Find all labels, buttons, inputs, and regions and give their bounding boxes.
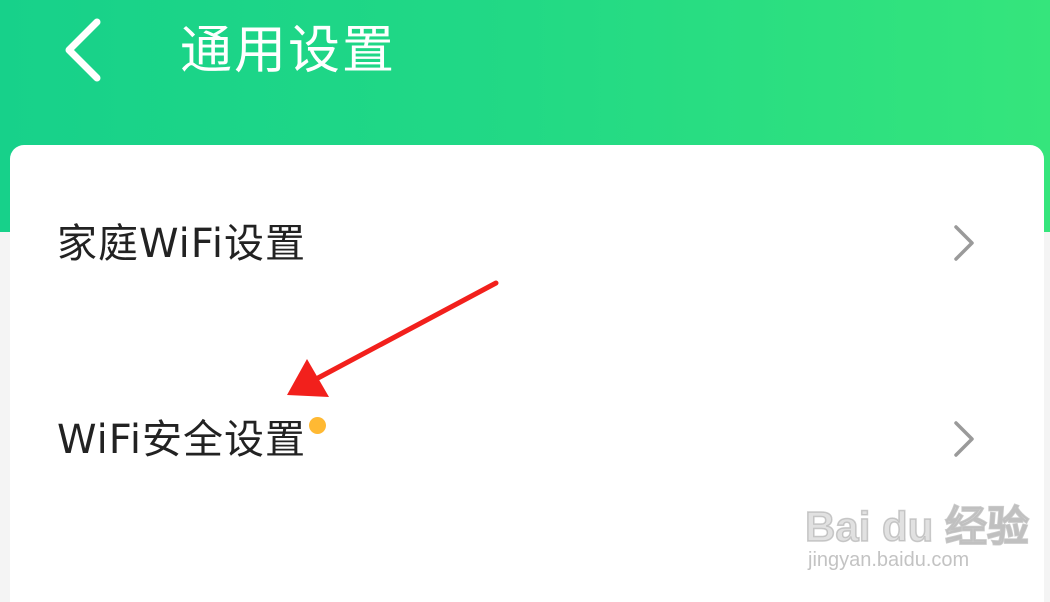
page-title: 通用设置 bbox=[180, 21, 397, 81]
top-bar: 通用设置 bbox=[0, 0, 1050, 110]
settings-item-wifi-security[interactable]: WiFi安全设置 bbox=[10, 341, 1044, 537]
general-settings-screen: 通用设置 家庭WiFi设置 WiFi安全设置 Bai du 经验 jingyan… bbox=[0, 0, 1050, 602]
chevron-right-icon bbox=[954, 225, 974, 261]
settings-card: 家庭WiFi设置 WiFi安全设置 bbox=[10, 145, 1044, 602]
settings-item-label-wrapper: WiFi安全设置 bbox=[57, 415, 326, 465]
back-button[interactable] bbox=[48, 14, 118, 86]
settings-item-home-wifi[interactable]: 家庭WiFi设置 bbox=[10, 145, 1044, 341]
settings-item-label: 家庭WiFi设置 bbox=[57, 221, 306, 267]
new-badge-dot bbox=[309, 417, 326, 434]
settings-item-label: WiFi安全设置 bbox=[57, 417, 306, 463]
chevron-left-icon bbox=[65, 18, 101, 82]
chevron-right-icon bbox=[954, 421, 974, 457]
